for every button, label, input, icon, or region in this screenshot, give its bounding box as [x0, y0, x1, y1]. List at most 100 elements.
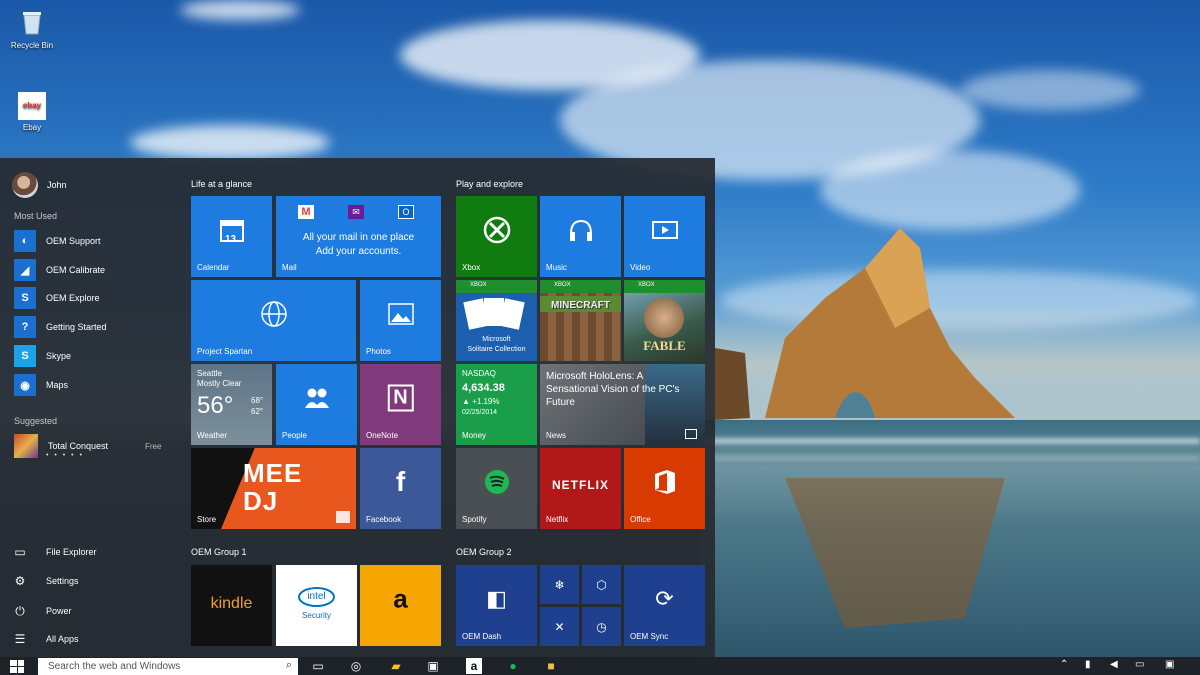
- tile-calendar[interactable]: 13 Calendar: [191, 196, 272, 277]
- power-item[interactable]: ⏻ Power: [14, 601, 72, 621]
- tile-facebook[interactable]: f Facebook: [360, 448, 441, 529]
- tile-oem-sync[interactable]: ⟳ OEM Sync: [624, 565, 705, 646]
- tile-project-spartan[interactable]: Project Spartan: [191, 280, 356, 361]
- tile-label: Netflix: [546, 515, 569, 524]
- file-explorer-icon[interactable]: ▰: [388, 658, 404, 674]
- tile-label: Money: [462, 431, 487, 440]
- tile-news[interactable]: Microsoft HoloLens: A Sensational Vision…: [540, 364, 705, 445]
- most-used-label: OEM Support: [46, 236, 101, 246]
- video-icon: [651, 221, 678, 240]
- maps-icon: ◉: [14, 374, 36, 396]
- bottom-item-label: Power: [46, 606, 72, 616]
- tile-label: People: [282, 431, 307, 440]
- most-used-skype[interactable]: S Skype: [14, 344, 71, 368]
- tile-office[interactable]: Office: [624, 448, 705, 529]
- clock-icon: ◷: [596, 619, 607, 634]
- help-icon: ?: [14, 316, 36, 338]
- people-icon: [304, 388, 329, 409]
- desktop-icon-recycle-bin[interactable]: Recycle Bin: [2, 8, 62, 50]
- weather-high: 68°: [251, 396, 264, 405]
- tile-mail[interactable]: M ✉ O All your mail in one place Add you…: [276, 196, 441, 277]
- volume-icon[interactable]: ◀: [1110, 659, 1118, 670]
- group-title-play: Play and explore: [456, 179, 524, 189]
- photos-icon: [387, 303, 414, 325]
- most-used-label: Maps: [46, 380, 69, 390]
- tile-onenote[interactable]: N OneNote: [360, 364, 441, 445]
- tile-solitaire[interactable]: XBOX Microsoft Solitaire Collection: [456, 280, 537, 361]
- tile-oem-small-1[interactable]: ❄: [540, 565, 579, 604]
- tile-photos[interactable]: Photos: [360, 280, 441, 361]
- tile-oem-small-2[interactable]: ⬡: [582, 565, 621, 604]
- store-icon[interactable]: ▣: [425, 658, 441, 674]
- spotify-taskbar-icon[interactable]: ●: [505, 658, 521, 674]
- tile-label: Xbox: [462, 263, 481, 272]
- task-view-icon[interactable]: ▭: [310, 658, 326, 674]
- search-box[interactable]: Search the web and Windows ⌕: [38, 658, 298, 675]
- weather-condition: Mostly Clear: [197, 379, 242, 388]
- tile-kindle[interactable]: kindle: [191, 565, 272, 646]
- most-used-oem-calibrate[interactable]: ◢ OEM Calibrate: [14, 258, 105, 282]
- tile-people[interactable]: People: [276, 364, 357, 445]
- bottom-item-label: Settings: [46, 576, 79, 586]
- most-used-oem-support[interactable]: ◐ OEM Support: [14, 229, 101, 253]
- tile-spotify[interactable]: Spotify: [456, 448, 537, 529]
- tile-amazon[interactable]: a: [360, 565, 441, 646]
- settings-item[interactable]: ⚙ Settings: [14, 571, 79, 591]
- headphones-icon: [569, 220, 592, 242]
- most-used-maps[interactable]: ◉ Maps: [14, 373, 68, 397]
- tile-fable[interactable]: XBOX FABLE: [624, 280, 705, 361]
- xbox-badge: XBOX: [624, 280, 705, 293]
- rock-arch: [715, 228, 1015, 628]
- bottom-item-label: File Explorer: [46, 547, 97, 557]
- tile-weather[interactable]: Seattle Mostly Clear 56° 68° 62° Weather: [191, 364, 272, 445]
- most-used-oem-explore[interactable]: S OEM Explore: [14, 286, 100, 310]
- xbox-icon: [483, 216, 510, 244]
- tile-intel-security[interactable]: intel Security: [276, 565, 357, 646]
- store-promo-text: DJ: [243, 486, 279, 516]
- start-button[interactable]: [10, 660, 24, 673]
- cloud: [180, 0, 300, 20]
- user-account[interactable]: John: [12, 172, 67, 198]
- news-headline: Microsoft HoloLens: A Sensational Vision…: [546, 371, 680, 408]
- bottom-item-label: All Apps: [46, 634, 79, 644]
- intel-security-label: Security: [302, 611, 331, 620]
- tile-video[interactable]: Video: [624, 196, 705, 277]
- onenote-icon: N: [387, 384, 414, 412]
- tile-label: Weather: [197, 431, 228, 440]
- app-taskbar-icon[interactable]: ■: [543, 658, 559, 674]
- desktop-icon-label: Recycle Bin: [10, 41, 54, 50]
- user-name: John: [47, 180, 67, 190]
- browser-icon[interactable]: ◎: [348, 658, 364, 674]
- tile-minecraft[interactable]: XBOX MINECRAFT: [540, 280, 621, 361]
- suggested-price: Free: [145, 442, 162, 451]
- tile-money[interactable]: NASDAQ 4,634.38 ▲ +1.19% 02/25/2014 Mone…: [456, 364, 537, 445]
- most-used-getting-started[interactable]: ? Getting Started: [14, 315, 107, 339]
- spotify-icon: [484, 470, 509, 495]
- money-value: 4,634.38: [462, 382, 505, 394]
- tile-label: OEM Dash: [462, 632, 502, 641]
- desktop-icon-ebay[interactable]: ebay Ebay: [2, 92, 62, 132]
- tile-oem-dash[interactable]: ◧ OEM Dash: [456, 565, 537, 646]
- tile-store[interactable]: MEE DJ Store: [191, 448, 356, 529]
- tile-music[interactable]: Music: [540, 196, 621, 277]
- tile-oem-small-4[interactable]: ◷: [582, 607, 621, 646]
- weather-city: Seattle: [197, 369, 222, 378]
- oem-dash-icon: ◧: [486, 586, 507, 612]
- network-icon[interactable]: ▮: [1085, 659, 1091, 670]
- tile-xbox[interactable]: Xbox: [456, 196, 537, 277]
- tile-oem-small-3[interactable]: ✕: [540, 607, 579, 646]
- file-explorer-item[interactable]: ▭ File Explorer: [14, 542, 97, 562]
- tile-netflix[interactable]: NETFLIX Netflix: [540, 448, 621, 529]
- store-bag-icon: [336, 511, 350, 523]
- intel-logo: intel: [298, 587, 335, 607]
- fable-title: FABLE: [643, 338, 686, 353]
- chevron-up-icon[interactable]: ⌃: [1060, 659, 1068, 670]
- tile-label: Spotify: [462, 515, 487, 524]
- action-center-icon[interactable]: ▭: [1135, 659, 1144, 670]
- folder-icon: ▭: [14, 545, 26, 559]
- notification-icon[interactable]: ▣: [1165, 659, 1174, 670]
- all-apps-item[interactable]: ☰ All Apps: [14, 629, 79, 649]
- amazon-taskbar-icon[interactable]: a: [466, 658, 482, 674]
- oem-explore-icon: S: [14, 287, 36, 309]
- solitaire-title: Microsoft: [482, 336, 511, 343]
